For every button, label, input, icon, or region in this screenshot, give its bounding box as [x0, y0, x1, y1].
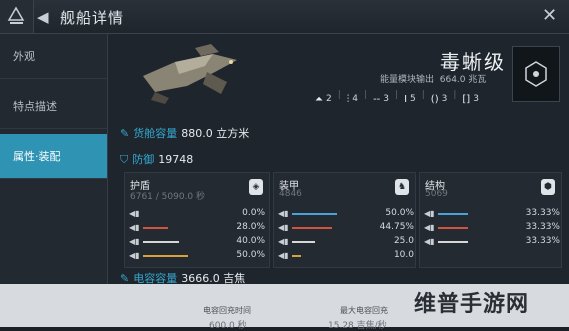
resist-bar [292, 213, 337, 215]
resist-row: ◀▮ 25.0 [278, 236, 414, 246]
armor-panel: 装甲 4846 ♞ ◀▮ 50.0% ◀▮ 44.75% ◀▮ 25.0 ◀▮ 10.0 [273, 172, 416, 268]
resist-bar [292, 255, 301, 257]
slot-mid: I5 [404, 93, 416, 105]
back-arrow-icon[interactable]: ◀ [37, 8, 49, 26]
resist-bar [438, 213, 468, 215]
resist-row: ◀▮ 28.0% [129, 222, 265, 232]
turret-icon: ⏶ [315, 93, 323, 105]
defense-stat: ⛉ 防御 19748 [120, 153, 194, 166]
sidebar-item-attributes[interactable]: 属性·装配 [0, 134, 107, 179]
slot-high: -- 3 [373, 93, 390, 105]
max-recharge-label: 最大电容回充 [340, 306, 388, 315]
max-recharge-value: 15.28 吉焦/秒 [328, 321, 387, 331]
cargo-stat: ✎ 货舱容量 880.0 立方米 [120, 127, 250, 140]
ship-power-output: 能量模块输出 664.0 兆瓦 [380, 75, 487, 85]
slot-turret: ⏶ 2 [315, 93, 332, 105]
resist-bar [143, 227, 168, 229]
brace-icon: () [430, 93, 439, 105]
dash-icon: -- [373, 93, 381, 105]
bar-icon: I [404, 93, 408, 105]
shield-panel: 护盾 6761 / 5090.0 秒 ◈ ◀▮ 0.0% ◀▮ 28.0% ◀▮ 40… [124, 172, 270, 268]
sidebar-item-appearance[interactable]: 外观 [0, 34, 107, 79]
watermark: 维普手游网 [414, 292, 530, 317]
shield-icon: ⛉ [120, 153, 129, 166]
slot-rig: [] 3 [462, 93, 479, 105]
armor-panel-icon: ♞ [395, 179, 409, 195]
resist-row: ◀▮ 50.0% [129, 250, 265, 260]
structure-panel: 结构 5069 ⬢ ◀▮ 33.33% ◀▮ 33.33% ◀▮ 33.33% [419, 172, 562, 268]
resist-row: ◀▮ 40.0% [129, 236, 265, 246]
resist-row: ◀▮ 33.33% [424, 236, 560, 246]
resist-bar [143, 255, 188, 257]
structure-panel-icon: ⬢ [541, 179, 555, 195]
resist-bar [292, 241, 315, 243]
resist-row: ◀▮ 0.0% [129, 208, 265, 218]
cargo-icon: ✎ [120, 127, 130, 140]
window-title: 舰船详情 [60, 9, 125, 27]
game-logo-icon [0, 0, 34, 33]
resist-row: ◀▮ 33.33% [424, 222, 560, 232]
fitting-hex-button[interactable] [512, 46, 560, 102]
sidebar-item-description[interactable]: 特点描述 [0, 84, 107, 129]
sidebar: 外观 特点描述 属性·装配 [0, 34, 108, 284]
recharge-time-value: 600.0 秒 [209, 321, 247, 331]
title-bar: ◀ 舰船详情 ✕ [0, 0, 569, 34]
slot-summary: ⏶ 2 | ⫶ 4 | -- 3 | I5 | () 3 | [] 3 [315, 90, 479, 108]
ship-model-image [143, 44, 237, 104]
resist-bar [438, 227, 468, 229]
resist-row: ◀▮ 10.0 [278, 250, 414, 260]
shield-panel-icon: ◈ [249, 179, 263, 195]
resist-row: ◀▮ 33.33% [424, 208, 560, 218]
slot-missile: ⫶ 4 [346, 93, 359, 105]
resist-row: ◀▮ 44.75% [278, 222, 414, 232]
missile-icon: ⫶ [346, 93, 350, 105]
resist-bar [292, 227, 332, 229]
resist-bar [438, 241, 468, 243]
ship-name: 毒蜥级 [440, 50, 506, 74]
resist-bar [143, 241, 179, 243]
recharge-time-label: 电容回充时间 [203, 306, 251, 315]
close-icon[interactable]: ✕ [542, 5, 557, 26]
resist-row: ◀▮ 50.0% [278, 208, 414, 218]
slot-low: () 3 [430, 93, 448, 105]
bracket-icon: [] [462, 93, 471, 105]
